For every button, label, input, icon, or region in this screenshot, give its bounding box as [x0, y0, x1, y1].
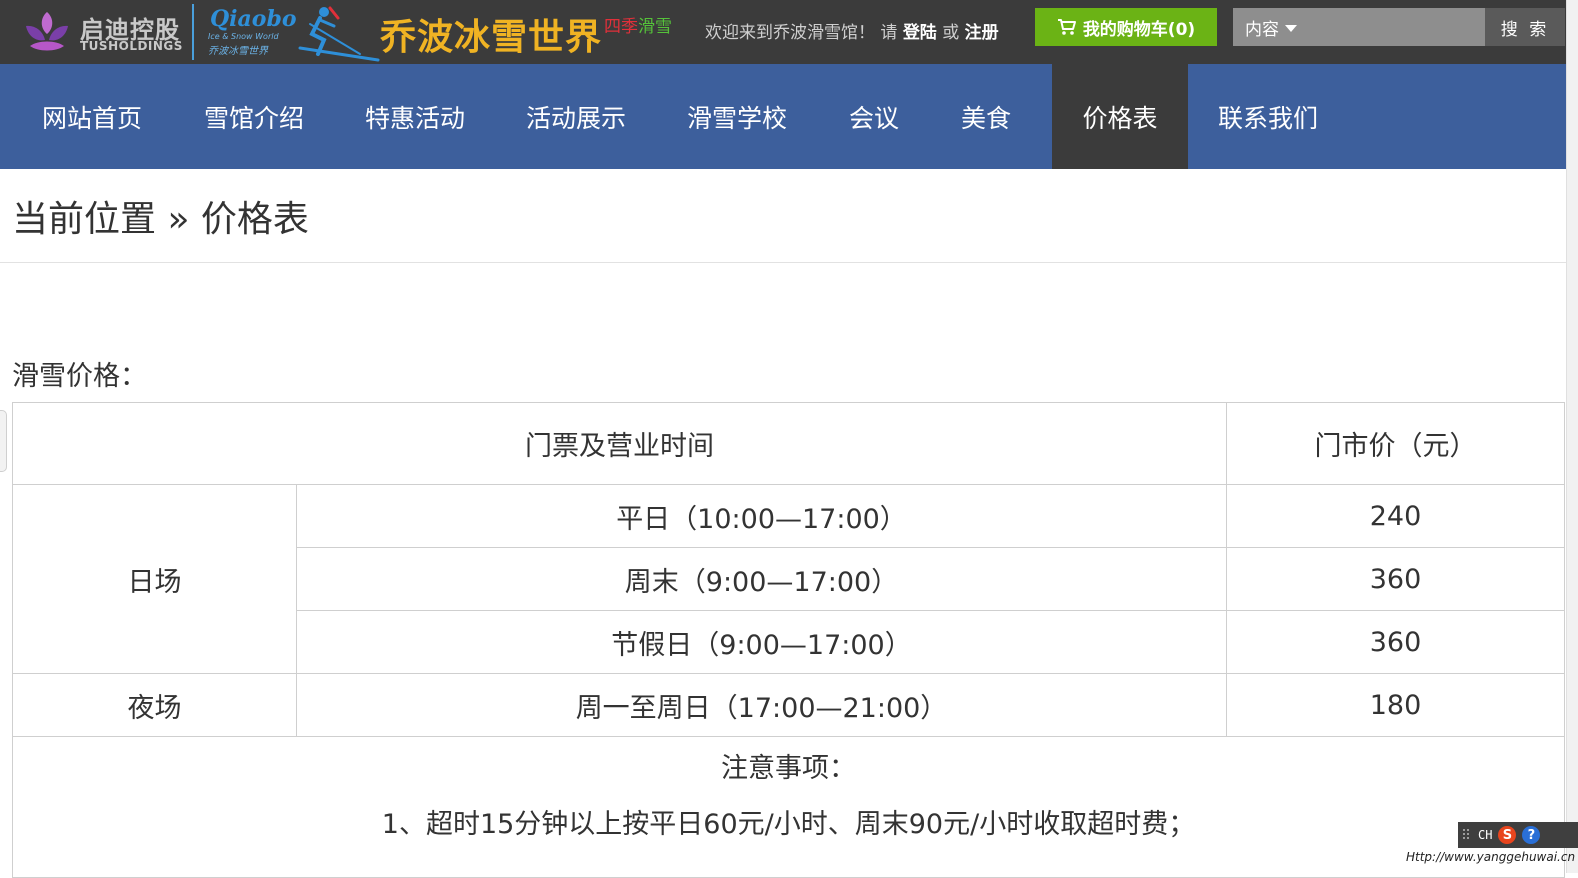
- qiaobo-chinese-subtitle: 乔波冰雪世界: [208, 46, 268, 57]
- top-bar: 启迪控股 TUSHOLDINGS Qiaobo Ice & Snow World…: [0, 0, 1578, 64]
- table-row: 日场 平日（10:00—17:00） 240: [12, 484, 1565, 674]
- notes-title: 注意事项：: [721, 753, 856, 784]
- shopping-cart-button[interactable]: 我的购物车(0): [1035, 8, 1217, 46]
- brand-season-green: 滑雪: [638, 17, 672, 37]
- nav-item-home[interactable]: 网站首页: [0, 64, 184, 169]
- table-header-row: 门票及营业时间 门市价（元）: [12, 402, 1565, 485]
- welcome-prefix: 欢迎来到乔波滑雪馆！ 请: [705, 23, 903, 43]
- tus-holdings-logo[interactable]: 启迪控股 TUSHOLDINGS: [20, 6, 188, 58]
- welcome-text: 欢迎来到乔波滑雪馆！ 请 登陆 或 注册: [705, 18, 999, 43]
- brand-season: 四季滑雪: [604, 12, 672, 37]
- table-header-ticket-hours: 门票及营业时间: [12, 402, 1227, 485]
- logo-divider: [192, 4, 194, 60]
- note-item: 1、超时15分钟以上按平日60元/小时、周末90元/小时收取超时费；: [381, 809, 1196, 840]
- shopping-cart-label: 我的购物车(0): [1082, 19, 1196, 40]
- page-scrollbar[interactable]: [1566, 0, 1578, 873]
- search-category-select[interactable]: 内容: [1233, 8, 1313, 46]
- nav-item-meetings[interactable]: 会议: [828, 64, 920, 169]
- divider: [0, 262, 1566, 263]
- session-price: 360: [1226, 610, 1565, 674]
- side-panel-handle[interactable]: [0, 410, 7, 472]
- breadcrumb: 当前位置 » 价格表: [12, 199, 309, 240]
- qiaobo-logo[interactable]: Qiaobo Ice & Snow World 乔波冰雪世界: [200, 2, 380, 62]
- day-session-label: 日场: [12, 484, 297, 674]
- session-price: 240: [1226, 484, 1565, 548]
- tus-english-name: TUSHOLDINGS: [80, 39, 183, 53]
- nav-item-venue-intro[interactable]: 雪馆介绍: [184, 64, 324, 169]
- search-button[interactable]: 搜 索: [1485, 8, 1565, 46]
- grip-icon: [1463, 829, 1469, 839]
- notes-cell: 注意事项： 1、超时15分钟以上按平日60元/小时、周末90元/小时收取超时费；: [12, 736, 1565, 878]
- nav-item-food[interactable]: 美食: [920, 64, 1052, 169]
- table-row: 夜场 周一至周日（17:00—21:00） 180: [12, 673, 1565, 737]
- session-price: 360: [1226, 547, 1565, 611]
- ime-toolbar[interactable]: CH S ?: [1458, 822, 1578, 848]
- price-table: 门票及营业时间 门市价（元） 日场 平日（10:00—17:00） 240 周末…: [12, 402, 1565, 878]
- watermark: Http://www.yanggehuwai.cn: [1406, 850, 1576, 864]
- session-time: 平日（10:00—17:00）: [296, 484, 1227, 548]
- qiaobo-english-subtitle: Ice & Snow World: [208, 32, 279, 41]
- search-category-value: 内容: [1245, 19, 1279, 40]
- tus-flower-logo-icon: [26, 12, 68, 51]
- nav-item-promotions[interactable]: 特惠活动: [324, 64, 506, 169]
- help-icon[interactable]: ?: [1522, 826, 1541, 844]
- main-nav: 网站首页 雪馆介绍 特惠活动 活动展示 滑雪学校 会议 美食 价格表 联系我们: [0, 64, 1566, 169]
- session-time: 周一至周日（17:00—21:00）: [296, 673, 1227, 737]
- search-input[interactable]: [1313, 8, 1485, 46]
- shopping-cart-icon: [1057, 19, 1076, 35]
- login-link[interactable]: 登陆: [903, 23, 937, 43]
- qiaobo-script-text: Qiaobo: [210, 6, 297, 32]
- chevron-down-icon: [1285, 24, 1297, 32]
- sogou-icon[interactable]: S: [1498, 826, 1517, 844]
- notes-row: 注意事项： 1、超时15分钟以上按平日60元/小时、周末90元/小时收取超时费；: [12, 736, 1565, 878]
- nav-item-price-list[interactable]: 价格表: [1052, 64, 1188, 169]
- search-bar: 内容 搜 索: [1233, 8, 1565, 46]
- register-link[interactable]: 注册: [965, 23, 999, 43]
- brand-title: 乔波冰雪世界: [380, 17, 603, 58]
- nav-item-contact[interactable]: 联系我们: [1188, 64, 1348, 169]
- brand-season-red: 四季: [604, 17, 638, 37]
- section-title: 滑雪价格：: [12, 361, 147, 392]
- skier-icon: [298, 6, 380, 62]
- session-price: 180: [1226, 673, 1565, 737]
- night-session-label: 夜场: [12, 673, 297, 737]
- table-header-price: 门市价（元）: [1226, 402, 1565, 485]
- nav-item-ski-school[interactable]: 滑雪学校: [646, 64, 828, 169]
- session-time: 周末（9:00—17:00）: [296, 547, 1227, 611]
- ime-language[interactable]: CH: [1478, 828, 1492, 842]
- welcome-or: 或: [936, 23, 965, 43]
- nav-item-events[interactable]: 活动展示: [506, 64, 646, 169]
- session-time: 节假日（9:00—17:00）: [296, 610, 1227, 674]
